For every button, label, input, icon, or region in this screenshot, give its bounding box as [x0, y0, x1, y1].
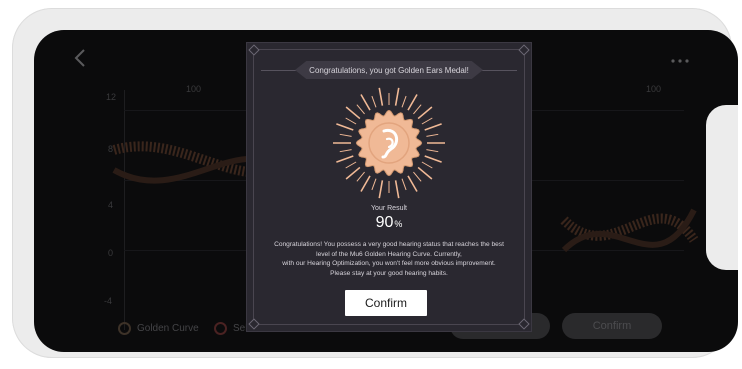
medal-ray: [378, 180, 384, 199]
medal-ray: [401, 95, 407, 108]
medal-ray: [356, 171, 365, 182]
medal-ray: [417, 166, 433, 180]
medal-ray: [424, 155, 442, 163]
medal-ray: [424, 123, 442, 131]
golden-dot-icon: [118, 322, 131, 335]
bg-confirm-button[interactable]: Confirm: [562, 313, 662, 339]
medal-ray: [421, 117, 433, 125]
medal-ray: [371, 95, 377, 108]
result-number: 90: [375, 214, 394, 231]
medal-ray: [413, 104, 422, 115]
legend-golden-label: Golden Curve: [137, 323, 199, 334]
banner-line-right: [481, 70, 517, 71]
result-label: Your Result: [371, 205, 407, 212]
side-notch: [706, 105, 738, 270]
medal-ray: [417, 106, 433, 120]
confirm-button[interactable]: Confirm: [345, 290, 427, 316]
medal-ray: [426, 149, 439, 153]
medal-ray: [345, 166, 361, 180]
legend-self: Self: [214, 322, 250, 335]
medal-ray: [339, 133, 352, 137]
medal-ray: [356, 104, 365, 115]
medal-ray: [378, 87, 384, 106]
medal-ray: [413, 171, 422, 182]
medal-ray: [421, 161, 433, 169]
message-line: with our Hearing Optimization, you won't…: [282, 260, 496, 267]
ear-medal-icon: [333, 87, 445, 199]
self-dot-icon: [214, 322, 227, 335]
legend-golden: Golden Curve: [118, 322, 199, 335]
back-button[interactable]: [74, 48, 86, 74]
bg-confirm-label: Confirm: [592, 320, 632, 332]
medal-ray: [339, 149, 352, 153]
message-line: Please stay at your good hearing habits.: [330, 269, 448, 277]
medal-ray: [360, 175, 371, 192]
medal-ray: [401, 178, 407, 191]
medal-ray: [394, 87, 400, 106]
more-horizontal-icon: [671, 59, 689, 63]
medal-ray: [336, 155, 354, 163]
medal-ray: [336, 123, 354, 131]
message-line: Congratulations! You possess a very good…: [274, 241, 504, 248]
medal-ray: [371, 178, 377, 191]
medal-ray: [394, 180, 400, 199]
more-button[interactable]: [670, 48, 690, 69]
banner-line-left: [261, 70, 297, 71]
result-unit: %: [394, 219, 403, 229]
dialog-title: Congratulations, you got Golden Ears Med…: [295, 61, 483, 79]
medal-ray: [345, 161, 357, 169]
medal-ray: [360, 94, 371, 111]
medal-ray: [407, 175, 418, 192]
medal-ray: [345, 117, 357, 125]
medal-ray: [407, 94, 418, 111]
chevron-left-icon: [74, 49, 85, 67]
result-value: 90%: [247, 214, 531, 232]
medal-ray: [426, 133, 439, 137]
result-message: Congratulations! You possess a very good…: [265, 240, 513, 278]
message-line: level of the Mu6 Golden Hearing Curve. C…: [316, 250, 462, 258]
medal-badge: [355, 109, 423, 177]
medal-dialog: Congratulations, you got Golden Ears Med…: [246, 42, 532, 332]
confirm-label: Confirm: [364, 296, 407, 310]
medal-ray: [345, 106, 361, 120]
